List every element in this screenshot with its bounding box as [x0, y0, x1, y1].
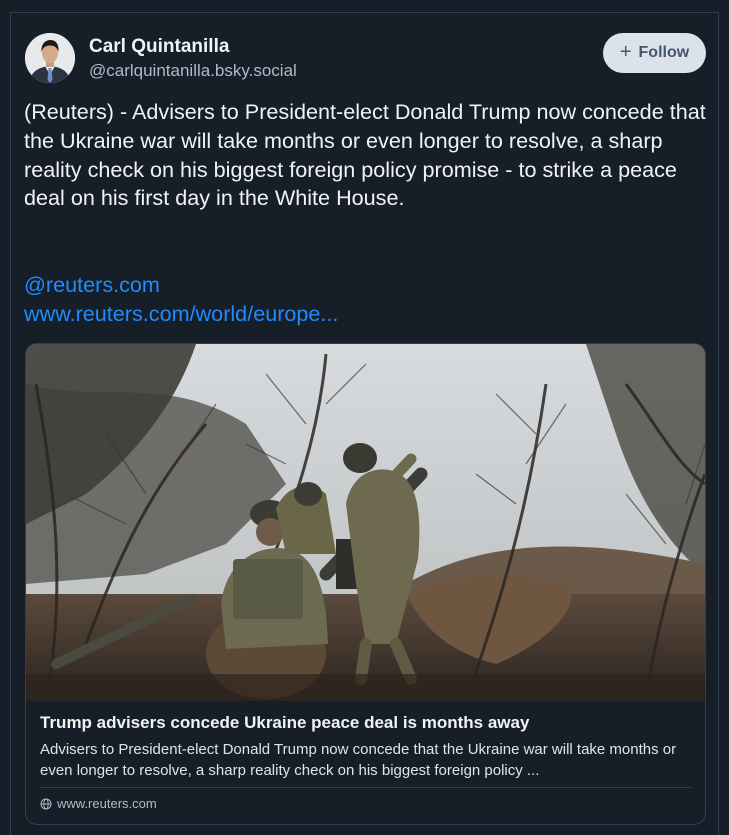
article-url-link[interactable]: www.reuters.com/world/europe... — [24, 300, 338, 329]
post-container: Carl Quintanilla @carlquintanilla.bsky.s… — [10, 12, 719, 835]
mention-link[interactable]: @reuters.com — [24, 271, 160, 300]
author-handle[interactable]: @carlquintanilla.bsky.social — [89, 61, 297, 81]
avatar[interactable] — [25, 33, 75, 83]
plus-icon: + — [619, 41, 632, 63]
card-domain: www.reuters.com — [40, 796, 157, 811]
card-domain-text: www.reuters.com — [57, 796, 157, 811]
follow-button[interactable]: + Follow — [603, 33, 706, 73]
avatar-image — [25, 33, 75, 83]
follow-button-label: Follow — [638, 44, 690, 61]
card-description: Advisers to President-elect Donald Trump… — [40, 741, 677, 779]
author-display-name[interactable]: Carl Quintanilla — [89, 36, 229, 58]
card-title: Trump advisers concede Ukraine peace dea… — [40, 713, 530, 732]
card-divider — [40, 787, 691, 788]
post-text: (Reuters) - Advisers to President-elect … — [24, 99, 706, 211]
globe-icon — [40, 798, 52, 809]
link-preview-card[interactable]: Trump advisers concede Ukraine peace dea… — [25, 343, 706, 825]
article-thumbnail-image — [26, 344, 705, 701]
